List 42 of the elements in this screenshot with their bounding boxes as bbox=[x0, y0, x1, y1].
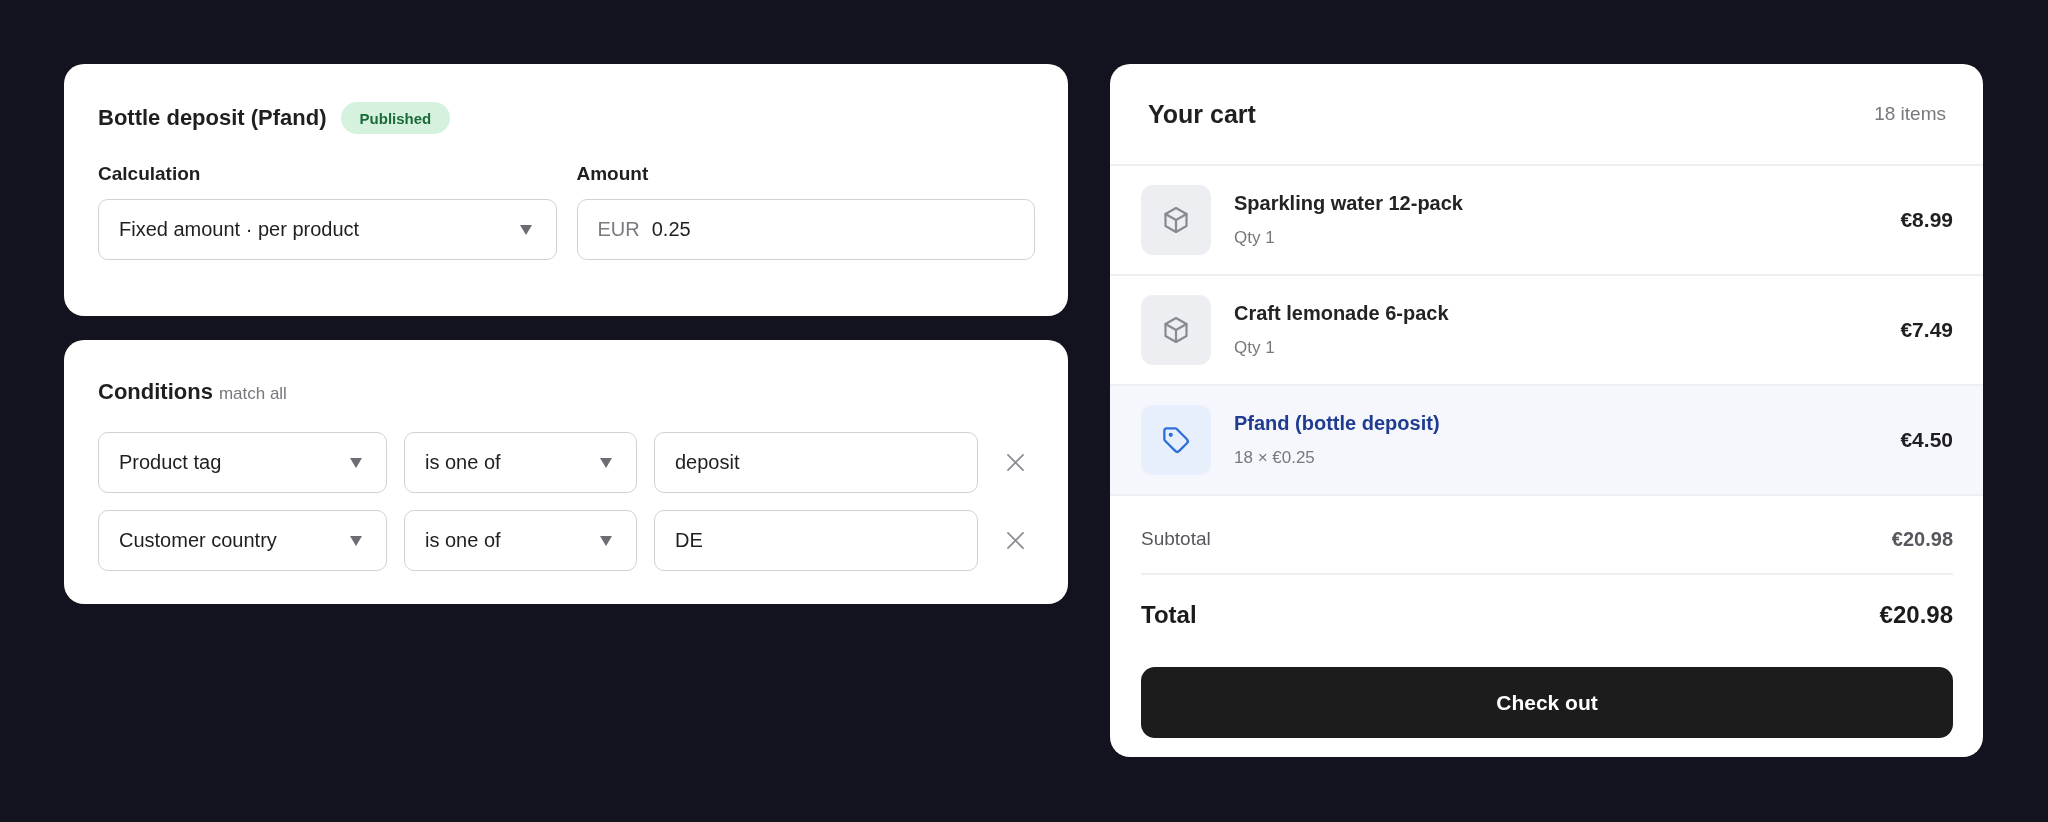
subtotal-value: €20.98 bbox=[1891, 527, 1953, 552]
item-price: €7.49 bbox=[1900, 318, 1953, 342]
amount-value: 0.25 bbox=[651, 218, 691, 241]
item-name: Sparkling water 12-pack bbox=[1234, 190, 1463, 216]
item-name: Pfand (bottle deposit) bbox=[1234, 410, 1440, 436]
rule-title: Bottle deposit (Pfand) bbox=[98, 104, 327, 132]
item-price: €4.50 bbox=[1900, 428, 1953, 452]
match-hint: match all bbox=[218, 384, 287, 404]
calculation-select[interactable]: Fixed amount · per product bbox=[98, 199, 557, 260]
item-price: €8.99 bbox=[1900, 208, 1953, 232]
box-icon bbox=[1141, 295, 1211, 365]
item-detail: 18 × €0.25 bbox=[1234, 446, 1315, 469]
operator-select[interactable]: is one of bbox=[404, 432, 637, 493]
value-field[interactable]: deposit bbox=[654, 432, 978, 493]
box-icon bbox=[1141, 185, 1211, 255]
item-count: 18 items bbox=[1874, 103, 1946, 125]
total-value: €20.98 bbox=[1879, 600, 1953, 630]
field-select[interactable]: Product tag bbox=[98, 432, 387, 493]
item-detail: Qty 1 bbox=[1234, 336, 1275, 359]
status-badge: Published bbox=[340, 102, 451, 134]
tag-icon bbox=[1141, 405, 1211, 475]
currency-prefix: EUR bbox=[597, 218, 640, 241]
field-select[interactable]: Customer country bbox=[98, 510, 387, 571]
total-label: Total bbox=[1141, 600, 1197, 630]
checkout-button[interactable]: Check out bbox=[1141, 667, 1953, 738]
caret-icon bbox=[519, 224, 532, 235]
caret-icon bbox=[350, 457, 362, 468]
item-detail: Qty 1 bbox=[1234, 226, 1275, 249]
value-field[interactable]: DE bbox=[654, 510, 978, 571]
field-label: Amount bbox=[576, 162, 649, 186]
caret-icon bbox=[600, 457, 612, 468]
close-icon bbox=[1006, 532, 1024, 549]
caret-icon bbox=[350, 535, 362, 546]
conditions-title: Conditions bbox=[98, 378, 213, 406]
subtotal-label: Subtotal bbox=[1141, 527, 1211, 551]
field-label: Calculation bbox=[98, 162, 201, 186]
caret-icon bbox=[600, 535, 612, 546]
item-name: Craft lemonade 6-pack bbox=[1234, 300, 1449, 326]
cart-title: Your cart bbox=[1148, 99, 1256, 129]
operator-select[interactable]: is one of bbox=[404, 510, 637, 571]
amount-field[interactable]: EUR 0.25 bbox=[576, 199, 1035, 260]
close-icon bbox=[1006, 454, 1024, 471]
